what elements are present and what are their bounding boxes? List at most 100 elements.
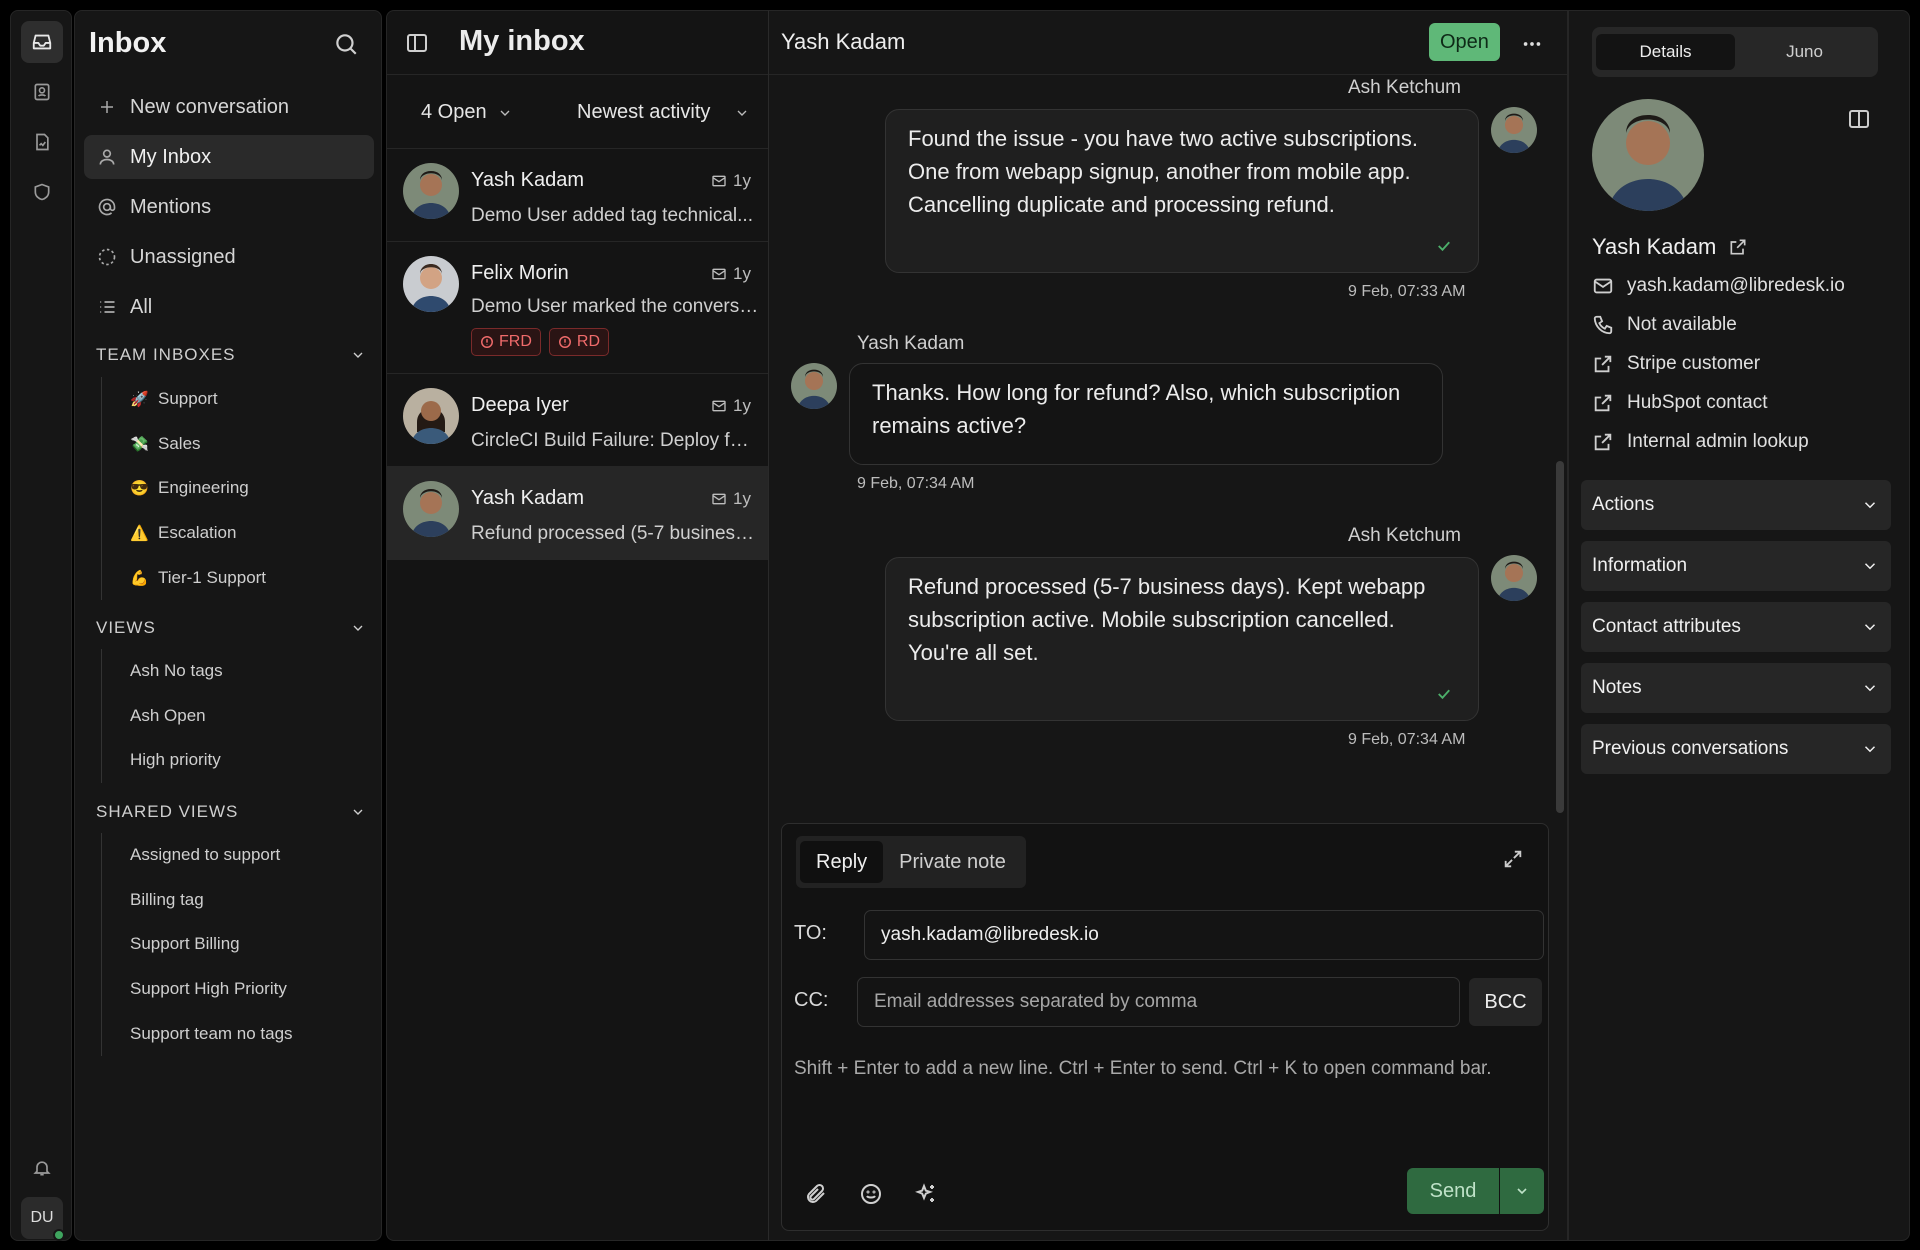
shared-view-item[interactable]: Support team no tags [102, 1011, 293, 1056]
sidebar-item-unassigned[interactable]: Unassigned [84, 235, 374, 279]
team-inboxes-header[interactable]: TEAM INBOXES [96, 345, 366, 365]
link-label: Internal admin lookup [1627, 431, 1809, 452]
mail-icon [1592, 275, 1616, 297]
shared-views-header[interactable]: SHARED VIEWS [96, 802, 366, 822]
sidebar-item-new-conversation[interactable]: New conversation [84, 85, 374, 129]
send-options-chevron-icon[interactable] [1500, 1168, 1544, 1214]
user-avatar[interactable]: DU [21, 1197, 65, 1241]
more-options-icon[interactable] [1521, 33, 1543, 55]
accordion-previous-conversations[interactable]: Previous conversations [1581, 724, 1891, 774]
contact-name-link[interactable]: Yash Kadam [1592, 234, 1748, 260]
chevron-down-icon [1861, 496, 1879, 514]
link-stripe-customer[interactable]: Stripe customer [1592, 353, 1760, 375]
user-icon [96, 146, 118, 168]
link-internal-admin-lookup[interactable]: Internal admin lookup [1592, 431, 1809, 453]
view-label: Support team no tags [130, 1023, 293, 1043]
alert-circle-icon [480, 335, 494, 349]
message-bubble: Thanks. How long for refund? Also, which… [849, 363, 1443, 465]
sidebar-item-engineering[interactable]: 😎 Engineering [102, 466, 266, 511]
sort-dropdown[interactable]: Newest activity [577, 101, 750, 124]
bell-icon[interactable] [21, 1147, 63, 1189]
tab-private-note[interactable]: Private note [883, 841, 1022, 883]
contact-name: Deepa Iyer [471, 394, 569, 416]
sort-label: Newest activity [577, 101, 711, 123]
link-label: HubSpot contact [1627, 392, 1768, 413]
to-field[interactable]: yash.kadam@libredesk.io [864, 910, 1544, 960]
conversation-item[interactable]: Yash Kadam 1y Demo User added tag techni… [387, 149, 769, 242]
view-item[interactable]: Ash No tags [102, 649, 223, 694]
sidebar-item-tier-1-support[interactable]: 💪 Tier-1 Support [102, 555, 266, 600]
money-icon: 💸 [130, 435, 149, 453]
delivered-check-icon [1435, 685, 1453, 703]
views-header[interactable]: VIEWS [96, 618, 366, 638]
accordion-actions[interactable]: Actions [1581, 480, 1891, 530]
contact-email[interactable]: yash.kadam@libredesk.io [1592, 275, 1845, 297]
link-hubspot-contact[interactable]: HubSpot contact [1592, 392, 1767, 414]
composer-hint[interactable]: Shift + Enter to add a new line. Ctrl + … [794, 1058, 1492, 1080]
contacts-icon[interactable] [21, 71, 63, 113]
email-value: yash.kadam@libredesk.io [1627, 275, 1845, 296]
sidebar-toggle-icon[interactable] [405, 31, 429, 55]
conversation-item[interactable]: Felix Morin 1y Demo User marked the conv… [387, 242, 769, 374]
online-status-dot [53, 1229, 65, 1241]
reports-icon[interactable] [21, 121, 63, 163]
conversation-time: 1y [711, 171, 751, 191]
search-icon[interactable] [333, 31, 359, 57]
sidebar-item-support[interactable]: 🚀 Support [102, 377, 266, 422]
shared-view-item[interactable]: Support High Priority [102, 967, 293, 1012]
bcc-button[interactable]: BCC [1469, 978, 1542, 1026]
sidebar-item-label: New conversation [130, 95, 289, 118]
view-item[interactable]: High priority [102, 738, 223, 783]
mail-icon [711, 398, 727, 414]
conversation-item[interactable]: Deepa Iyer 1y CircleCI Build Failure: De… [387, 374, 769, 467]
sidebar-item-label: Mentions [130, 195, 212, 218]
view-label: Billing tag [130, 889, 204, 909]
panel-toggle-icon[interactable] [1847, 107, 1871, 131]
message-bubble: Refund processed (5-7 business days). Ke… [885, 557, 1479, 721]
status-badge[interactable]: Open [1429, 23, 1500, 61]
conversation-time: 1y [711, 489, 751, 509]
message-sender: Ash Ketchum [1348, 77, 1461, 98]
conversation-item-selected[interactable]: Yash Kadam 1y Refund processed (5-7 busi… [387, 467, 769, 560]
accordion-contact-attributes[interactable]: Contact attributes [1581, 602, 1891, 652]
scrollbar[interactable] [1556, 461, 1564, 813]
sidebar-item-escalation[interactable]: ⚠️ Escalation [102, 511, 266, 556]
status-filter-dropdown[interactable]: 4 Open [421, 101, 513, 124]
app-window: DU Inbox New conversation My Inbox Menti… [0, 0, 1920, 1250]
sidebar-title: Inbox [89, 27, 167, 59]
view-label: Assigned to support [130, 845, 281, 865]
composer-tabs: Reply Private note [796, 836, 1026, 888]
sidebar-item-mentions[interactable]: Mentions [84, 185, 374, 229]
cc-field[interactable]: Email addresses separated by comma [857, 977, 1460, 1027]
send-button[interactable]: Send [1407, 1168, 1499, 1214]
paperclip-icon[interactable] [804, 1182, 828, 1206]
message-bubble: Found the issue - you have two active su… [885, 109, 1479, 273]
conversation-time: 1y [711, 264, 751, 284]
avatar [403, 256, 459, 312]
reply-composer: Reply Private note TO: yash.kadam@libred… [781, 823, 1549, 1231]
expand-icon[interactable] [1502, 848, 1524, 870]
sidebar-item-label: Tier-1 Support [158, 567, 267, 587]
accordion-notes[interactable]: Notes [1581, 663, 1891, 713]
shared-view-item[interactable]: Billing tag [102, 878, 293, 923]
badge-label: RD [576, 333, 600, 350]
inbox-icon[interactable] [21, 21, 63, 63]
sidebar-item-sales[interactable]: 💸 Sales [102, 422, 266, 467]
admin-shield-icon[interactable] [21, 171, 63, 213]
sidebar-item-my-inbox[interactable]: My Inbox [84, 135, 374, 179]
shared-view-item[interactable]: Support Billing [102, 922, 293, 967]
ai-sparkle-icon[interactable] [914, 1182, 938, 1206]
contact-name: Yash Kadam [471, 169, 585, 191]
tab-reply[interactable]: Reply [800, 841, 884, 883]
avatar [403, 163, 459, 219]
list-header: My inbox [387, 11, 769, 75]
sidebar-item-all[interactable]: All [84, 285, 374, 329]
emoji-icon[interactable] [859, 1182, 883, 1206]
agent-avatar [1491, 555, 1537, 601]
shared-views-list: Assigned to support Billing tag Support … [101, 833, 293, 1056]
tab-details[interactable]: Details [1596, 34, 1735, 70]
shared-view-item[interactable]: Assigned to support [102, 833, 293, 878]
view-item[interactable]: Ash Open [102, 694, 223, 739]
accordion-information[interactable]: Information [1581, 541, 1891, 591]
tab-juno[interactable]: Juno [1735, 34, 1874, 70]
